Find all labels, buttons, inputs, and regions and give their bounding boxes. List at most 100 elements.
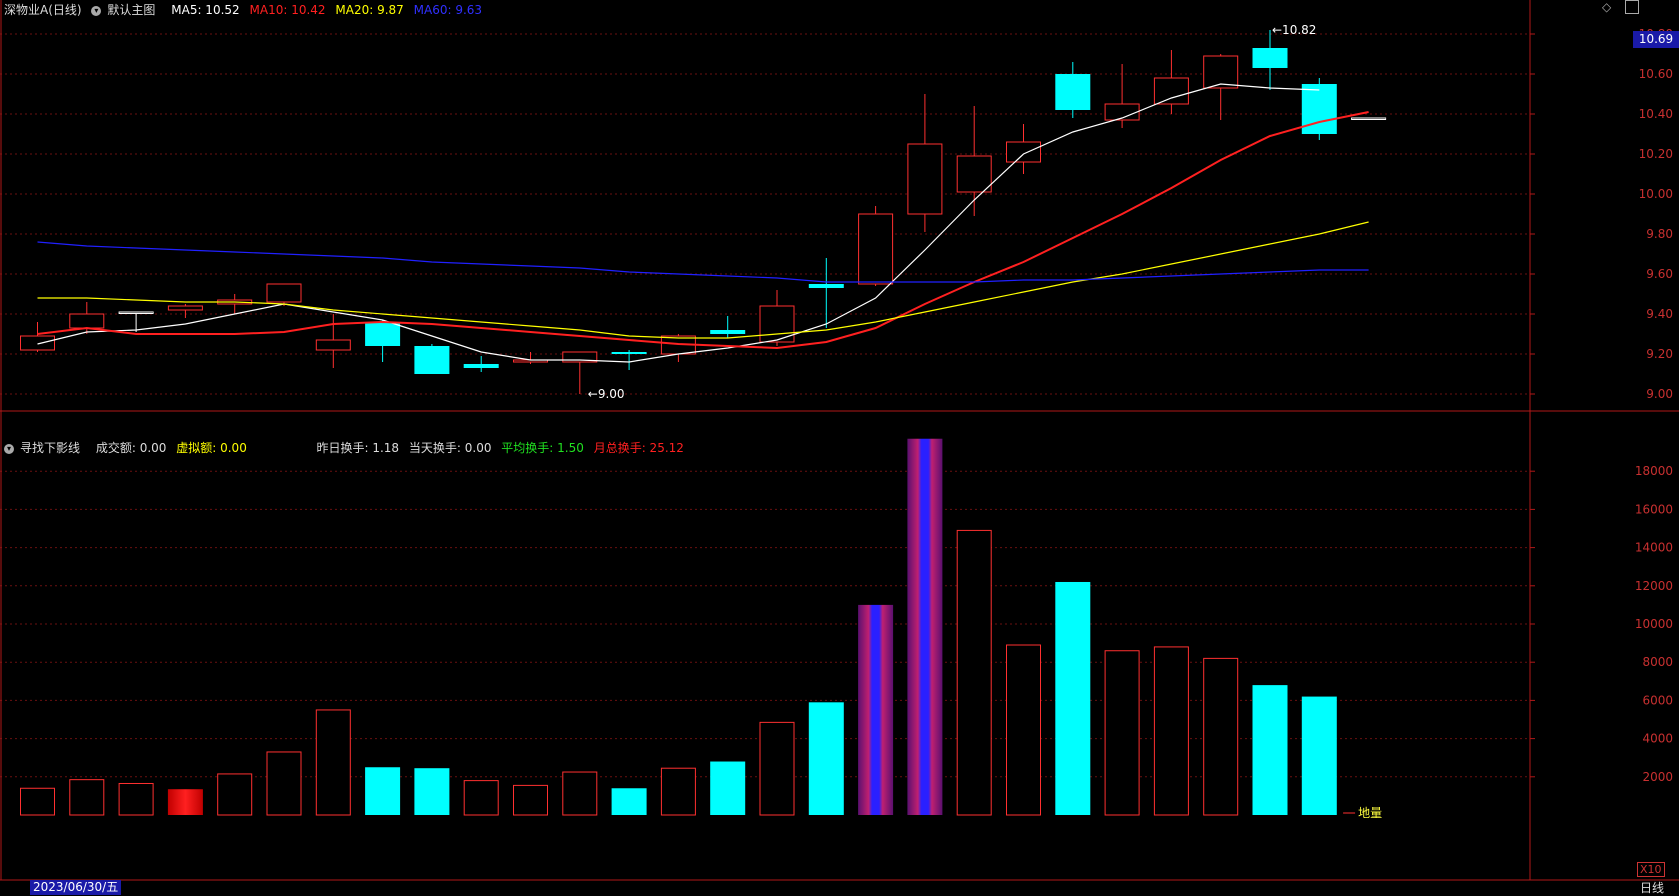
volume-bar[interactable]: [1055, 581, 1091, 815]
volume-bar[interactable]: [20, 787, 55, 816]
candle[interactable]: [759, 290, 795, 346]
price-tick-label: 9.80: [1646, 227, 1673, 241]
volume-bar[interactable]: [808, 702, 844, 815]
ma20-line: [37, 221, 1369, 339]
candle-body: [118, 311, 154, 314]
volume-bar[interactable]: [217, 773, 253, 816]
price-axis: 9.00 9.20 9.40 9.60 9.80 10.00 10.20 10.40 10.60…: [1530, 27, 1673, 401]
volume-bar[interactable]: [660, 767, 696, 816]
volume-bar[interactable]: [1153, 646, 1189, 816]
volume-bar[interactable]: [858, 604, 894, 815]
candle-body: [1153, 77, 1189, 105]
candle-body: [315, 339, 351, 351]
candle[interactable]: [1153, 50, 1189, 114]
volume-bar[interactable]: [69, 779, 105, 816]
volume-bar[interactable]: [710, 761, 746, 815]
candle[interactable]: [1301, 78, 1337, 140]
stock-title[interactable]: 深物业A(日线): [4, 3, 82, 17]
extreme-price-label: ←10.82: [1272, 23, 1316, 37]
window-toggle-icon[interactable]: [1625, 0, 1639, 14]
moving-average-lines: [37, 83, 1369, 363]
volume-bar[interactable]: [1104, 650, 1140, 816]
candle-body: [1351, 117, 1387, 120]
volume-tick-label: 6000: [1642, 693, 1673, 707]
candle-body: [20, 335, 55, 351]
volume-bar[interactable]: [1252, 685, 1288, 815]
volume-bar[interactable]: [759, 721, 795, 816]
extreme-price-label: ←9.00: [588, 387, 625, 401]
volume-bar[interactable]: [513, 784, 548, 816]
candle[interactable]: [414, 344, 450, 374]
candle-body: [907, 143, 943, 215]
current-price-tag: 10.69: [1633, 31, 1679, 48]
candle-body: [1252, 48, 1288, 68]
candle[interactable]: [167, 304, 203, 318]
candle-body: [1203, 55, 1239, 89]
volume-tick-label: 12000: [1635, 579, 1673, 593]
chevron-down-icon[interactable]: ▾: [91, 5, 102, 16]
candle[interactable]: [710, 316, 746, 338]
candle-body: [463, 364, 499, 368]
candle[interactable]: [858, 206, 894, 286]
volume-bar[interactable]: [1006, 644, 1041, 816]
diamond-icon[interactable]: ◇: [1602, 0, 1611, 14]
candle[interactable]: [365, 320, 401, 362]
candle[interactable]: [20, 322, 55, 352]
candle-body: [266, 283, 302, 303]
candle[interactable]: [1055, 62, 1091, 118]
candle[interactable]: [1351, 117, 1387, 120]
candle[interactable]: [1252, 30, 1288, 90]
price-tick-label: 10.40: [1639, 107, 1673, 121]
candle[interactable]: [907, 94, 943, 232]
volume-bar[interactable]: [167, 789, 203, 815]
volume-bar[interactable]: [365, 767, 401, 815]
candle-body: [858, 213, 894, 285]
cursor-date: 2023/06/30/五: [30, 880, 122, 895]
candle-body: [167, 305, 203, 311]
grid-lines: [0, 33, 1530, 778]
candle-body: [365, 322, 401, 346]
volume-bar[interactable]: [956, 529, 992, 816]
volume-bar[interactable]: [414, 768, 450, 815]
main-chart-header: 深物业A(日线) ▾ 默认主图 MA5: 10.52 MA10: 10.42 MA…: [4, 2, 488, 18]
ma5-label: MA5: 10.52: [171, 3, 240, 17]
volume-legend-label: 地量: [1358, 806, 1382, 820]
period-selector[interactable]: 日线: [1640, 879, 1664, 896]
volume-bar[interactable]: [118, 782, 154, 816]
candle-body: [1006, 141, 1041, 163]
candle[interactable]: [463, 356, 499, 372]
volume-bar[interactable]: [463, 780, 499, 816]
volume-bars: 地量: [20, 438, 1382, 820]
volume-tick-label: 4000: [1642, 732, 1673, 746]
volume-tick-label: 14000: [1635, 541, 1673, 555]
volume-bar[interactable]: [1301, 696, 1337, 815]
ma5-line: [37, 83, 1320, 363]
candle[interactable]: [315, 314, 351, 368]
volume-bar[interactable]: [1203, 657, 1239, 816]
volume-bar[interactable]: [562, 771, 598, 816]
ma60-line: [37, 241, 1369, 283]
chevron-down-icon[interactable]: ▾: [4, 443, 14, 454]
volume-tick-label: 18000: [1635, 464, 1673, 478]
price-tick-label: 10.20: [1639, 147, 1673, 161]
volume-tick-label: 8000: [1642, 655, 1673, 669]
main-chart-selector[interactable]: ▾ 默认主图: [91, 3, 161, 17]
prev-turnover-rate: 昨日换手: 1.18: [316, 441, 400, 455]
volume-bar[interactable]: [315, 709, 351, 816]
ma60-label: MA60: 9.63: [413, 3, 483, 17]
price-tick-label: 9.00: [1646, 387, 1673, 401]
candle-body: [414, 346, 450, 374]
candle[interactable]: [266, 283, 302, 306]
indicator-selector[interactable]: ▾ 寻找下影线: [4, 441, 86, 455]
price-tick-label: 10.60: [1639, 67, 1673, 81]
volume-tick-label: 16000: [1635, 502, 1673, 516]
volume-bar[interactable]: [266, 751, 302, 816]
price-tick-label: 10.00: [1639, 187, 1673, 201]
price-tick-label: 9.60: [1646, 267, 1673, 281]
ma20-label: MA20: 9.87: [335, 3, 404, 17]
volume-bar[interactable]: [611, 788, 647, 815]
volume-tick-label: 10000: [1635, 617, 1673, 631]
volume-bar[interactable]: [907, 438, 943, 815]
candle-body: [69, 313, 105, 329]
price-tick-label: 9.40: [1646, 307, 1673, 321]
